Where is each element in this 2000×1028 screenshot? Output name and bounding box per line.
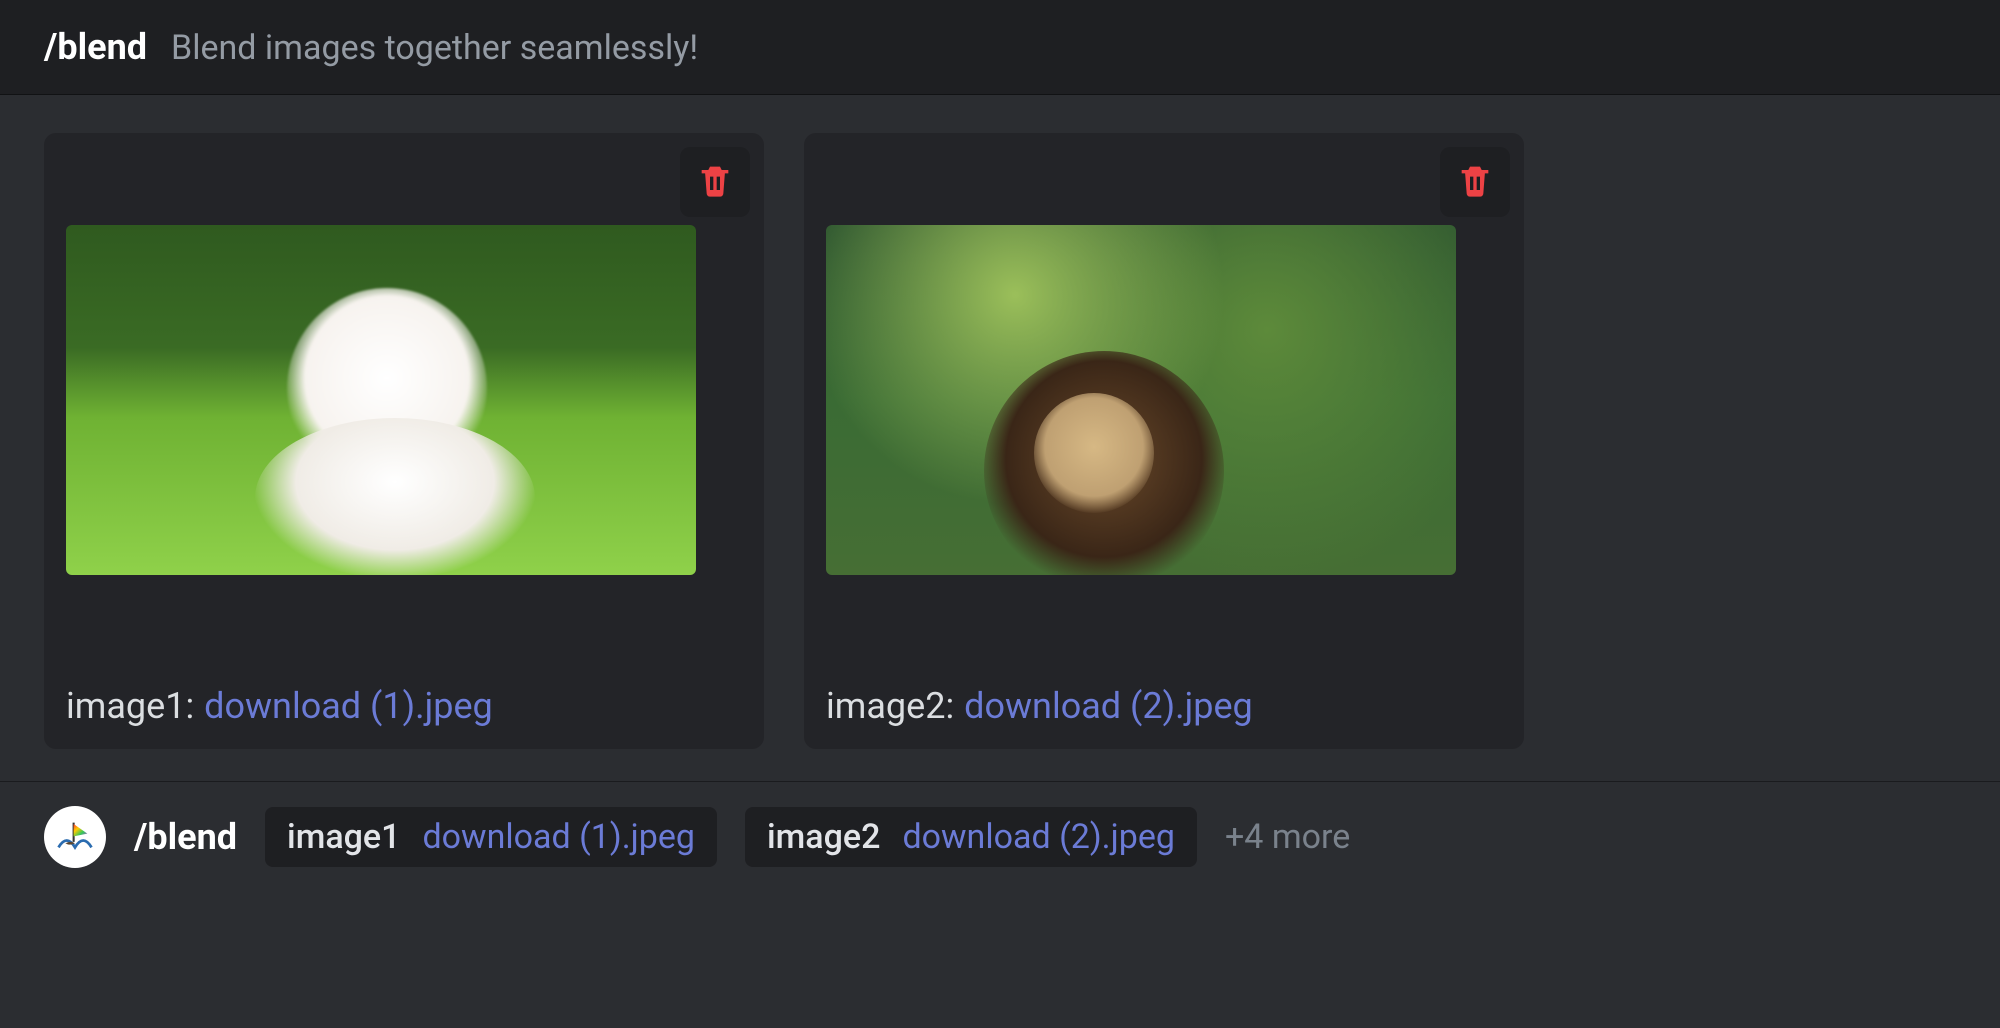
param-value: download (1).jpeg [422, 817, 695, 857]
param-pill-image2[interactable]: image2 download (2).jpeg [745, 807, 1197, 867]
attachment-area: image1: download (1).jpeg image2: downlo… [0, 95, 2000, 782]
trash-icon [1455, 160, 1495, 204]
param-pill-image1[interactable]: image1 download (1).jpeg [265, 807, 717, 867]
param-value: download (2).jpeg [902, 817, 1175, 857]
delete-button[interactable] [1440, 147, 1510, 217]
attachment-thumbnail[interactable] [826, 225, 1456, 575]
attachment-label: image1: download (1).jpeg [66, 685, 742, 727]
command-description: Blend images together seamlessly! [171, 28, 698, 68]
command-header: /blend Blend images together seamlessly! [0, 0, 2000, 95]
more-params-hint[interactable]: +4 more [1225, 817, 1350, 857]
attachment-thumbnail[interactable] [66, 225, 696, 575]
attachment-filename[interactable]: download (2).jpeg [964, 685, 1253, 727]
delete-button[interactable] [680, 147, 750, 217]
trash-icon [695, 160, 735, 204]
command-name: /blend [44, 26, 147, 68]
bot-avatar[interactable] [44, 806, 106, 868]
param-name: image1 [287, 817, 400, 857]
command-input-bar[interactable]: /blend image1 download (1).jpeg image2 d… [0, 782, 2000, 908]
attachment-label: image2: download (2).jpeg [826, 685, 1502, 727]
attachment-card-image1: image1: download (1).jpeg [44, 133, 764, 749]
attachment-filename[interactable]: download (1).jpeg [204, 685, 493, 727]
attachment-card-image2: image2: download (2).jpeg [804, 133, 1524, 749]
input-command-name: /blend [134, 816, 237, 858]
attachment-param-name: image1: [66, 685, 194, 727]
param-name: image2 [767, 817, 880, 857]
attachment-param-name: image2: [826, 685, 954, 727]
midjourney-logo-icon [53, 813, 97, 861]
